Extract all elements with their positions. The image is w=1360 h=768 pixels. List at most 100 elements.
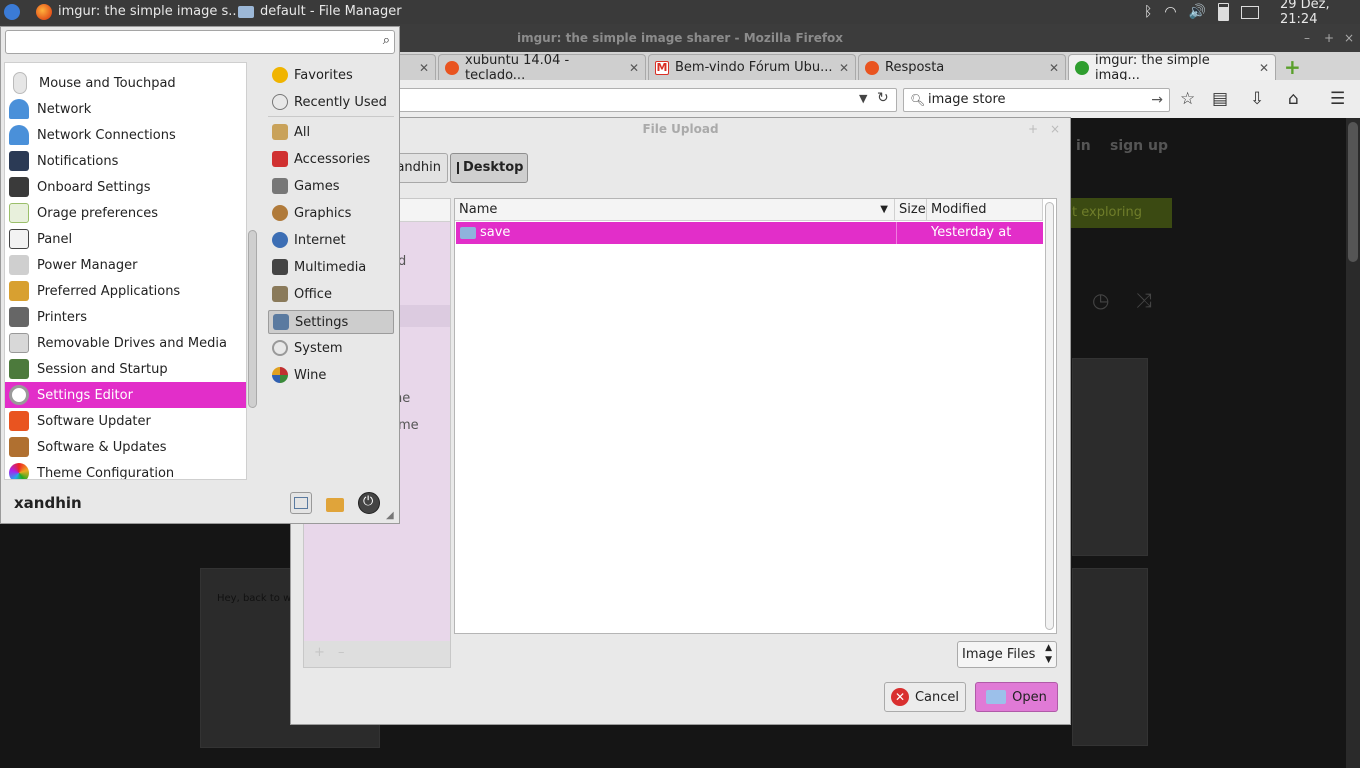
category-label: System xyxy=(294,340,343,356)
search-input[interactable]: image store xyxy=(928,89,1006,111)
file-list-scrollbar[interactable] xyxy=(1045,202,1054,630)
category-system[interactable]: System xyxy=(268,336,394,360)
app-item-notifications[interactable]: Notifications xyxy=(5,148,246,174)
settings-manager-button[interactable] xyxy=(290,492,312,514)
dialog-maximize-icon[interactable]: + xyxy=(1028,117,1038,141)
url-bar[interactable]: ▼ ↻ xyxy=(390,88,897,112)
minimize-icon[interactable]: – xyxy=(1304,24,1310,52)
whisker-menu-button[interactable] xyxy=(4,0,20,24)
app-item-panel[interactable]: Panel xyxy=(5,226,246,252)
wifi-icon xyxy=(9,125,29,145)
explore-button[interactable]: t exploring xyxy=(1066,198,1172,228)
signin-link[interactable]: in xyxy=(1076,138,1091,154)
path-button-desktop[interactable]: Desktop xyxy=(450,153,528,183)
category-office[interactable]: Office xyxy=(268,282,394,306)
image-thumbnail[interactable] xyxy=(1072,358,1148,556)
tab-close-icon[interactable]: ✕ xyxy=(419,61,429,75)
bluetooth-icon[interactable]: ᛒ xyxy=(1144,4,1152,20)
app-item-preferred-applications[interactable]: Preferred Applications xyxy=(5,278,246,304)
column-header-modified[interactable]: Modified xyxy=(927,199,1043,221)
clock[interactable]: 29 Dez, 21:24 xyxy=(1280,0,1360,27)
signup-link[interactable]: sign up xyxy=(1110,138,1168,154)
menu-search-input[interactable]: ⌕ xyxy=(5,30,395,54)
places-item[interactable]: me xyxy=(398,418,419,433)
open-button[interactable]: Open xyxy=(975,682,1058,712)
filter-label: Image Files xyxy=(962,647,1036,662)
shuffle-icon[interactable]: ⤨ xyxy=(1136,288,1152,312)
volume-icon[interactable]: 🔊 xyxy=(1189,4,1206,20)
search-bar[interactable]: 🔍︎ image store → xyxy=(903,88,1170,112)
tab-imgur[interactable]: imgur: the simple imag... ✕ xyxy=(1068,53,1276,83)
bookmark-star-icon[interactable]: ☆ xyxy=(1180,89,1195,109)
hamburger-menu-icon[interactable]: ☰ xyxy=(1330,89,1345,109)
gear-icon xyxy=(9,385,29,405)
mail-icon[interactable] xyxy=(1241,5,1260,19)
app-item-mouse-and-touchpad[interactable]: Mouse and Touchpad xyxy=(5,70,246,96)
dropdown-icon[interactable]: ▼ xyxy=(859,92,867,105)
column-header-name[interactable]: Name ▼ xyxy=(455,199,895,221)
app-item-software-and-updates[interactable]: Software & Updates xyxy=(5,434,246,460)
file-row[interactable]: save Yesterday at 19:50 xyxy=(456,222,1043,262)
tab-close-icon[interactable]: ✕ xyxy=(1049,61,1059,75)
tab-close-icon[interactable]: ✕ xyxy=(1259,61,1269,75)
remove-bookmark-icon[interactable]: – xyxy=(338,645,345,660)
taskbar-item-file-manager[interactable]: default - File Manager xyxy=(238,0,402,24)
wifi-icon[interactable]: ◠ xyxy=(1164,4,1176,20)
dialog-close-icon[interactable]: × xyxy=(1050,117,1060,141)
resize-grip-icon[interactable]: ◢ xyxy=(386,510,394,521)
lock-screen-button[interactable] xyxy=(324,492,346,514)
category-favorites[interactable]: Favorites xyxy=(268,63,394,87)
app-item-session-and-startup[interactable]: Session and Startup xyxy=(5,356,246,382)
app-item-settings-editor[interactable]: Settings Editor xyxy=(5,382,246,408)
category-recently-used[interactable]: Recently Used xyxy=(268,90,394,114)
app-item-power-manager[interactable]: Power Manager xyxy=(5,252,246,278)
add-bookmark-icon[interactable]: + xyxy=(314,645,325,660)
category-accessories[interactable]: Accessories xyxy=(268,147,394,171)
taskbar-item-label: imgur: the simple image s... xyxy=(58,4,241,19)
app-item-removable-drives[interactable]: Removable Drives and Media xyxy=(5,330,246,356)
app-item-printers[interactable]: Printers xyxy=(5,304,246,330)
tab-close-icon[interactable]: ✕ xyxy=(839,61,849,75)
new-tab-icon[interactable]: + xyxy=(1284,55,1301,79)
app-list-scrollbar[interactable] xyxy=(248,230,257,408)
category-wine[interactable]: Wine xyxy=(268,363,394,387)
app-item-theme-configuration[interactable]: Theme Configuration xyxy=(5,460,246,479)
battery-icon[interactable] xyxy=(1218,3,1230,21)
reload-icon[interactable]: ↻ xyxy=(877,90,889,106)
category-label: Multimedia xyxy=(294,259,367,275)
category-settings[interactable]: Settings xyxy=(268,310,394,334)
tab-gmail[interactable]: M Bem-vindo Fórum Ubu... ✕ xyxy=(648,54,856,80)
drive-icon xyxy=(9,333,29,353)
category-multimedia[interactable]: Multimedia xyxy=(268,255,394,279)
page-scrollbar[interactable] xyxy=(1346,118,1360,768)
app-item-network-connections[interactable]: Network Connections xyxy=(5,122,246,148)
download-icon[interactable]: ⇩ xyxy=(1250,89,1264,109)
firefox-icon xyxy=(36,4,52,20)
close-icon[interactable]: × xyxy=(1344,24,1354,52)
clock-icon[interactable]: ◷ xyxy=(1092,288,1109,312)
taskbar-item-firefox[interactable]: imgur: the simple image s... xyxy=(36,0,241,24)
app-item-onboard-settings[interactable]: Onboard Settings xyxy=(5,174,246,200)
category-all[interactable]: All xyxy=(268,120,394,144)
maximize-icon[interactable]: + xyxy=(1324,24,1334,52)
category-graphics[interactable]: Graphics xyxy=(268,201,394,225)
graphics-icon xyxy=(272,205,288,221)
app-item-network[interactable]: Network xyxy=(5,96,246,122)
column-header-size[interactable]: Size xyxy=(895,199,927,221)
search-icon: ⌕ xyxy=(382,33,390,48)
tab-resposta[interactable]: Resposta ✕ xyxy=(858,54,1066,80)
file-type-filter[interactable]: Image Files ▲ ▼ xyxy=(957,641,1057,668)
app-label: Network xyxy=(37,101,92,117)
cancel-button[interactable]: ✕ Cancel xyxy=(884,682,966,712)
reading-list-icon[interactable]: ▤ xyxy=(1212,89,1228,109)
logout-button[interactable]: ⏻ xyxy=(358,492,380,514)
tab-xubuntu[interactable]: xubuntu 14.04 - teclado... ✕ xyxy=(438,53,646,83)
category-internet[interactable]: Internet xyxy=(268,228,394,252)
image-thumbnail[interactable] xyxy=(1072,568,1148,746)
home-icon[interactable]: ⌂ xyxy=(1288,89,1299,109)
search-go-icon[interactable]: → xyxy=(1151,89,1163,111)
category-games[interactable]: Games xyxy=(268,174,394,198)
tab-close-icon[interactable]: ✕ xyxy=(629,61,639,75)
app-item-orage-preferences[interactable]: Orage preferences xyxy=(5,200,246,226)
app-item-software-updater[interactable]: Software Updater xyxy=(5,408,246,434)
